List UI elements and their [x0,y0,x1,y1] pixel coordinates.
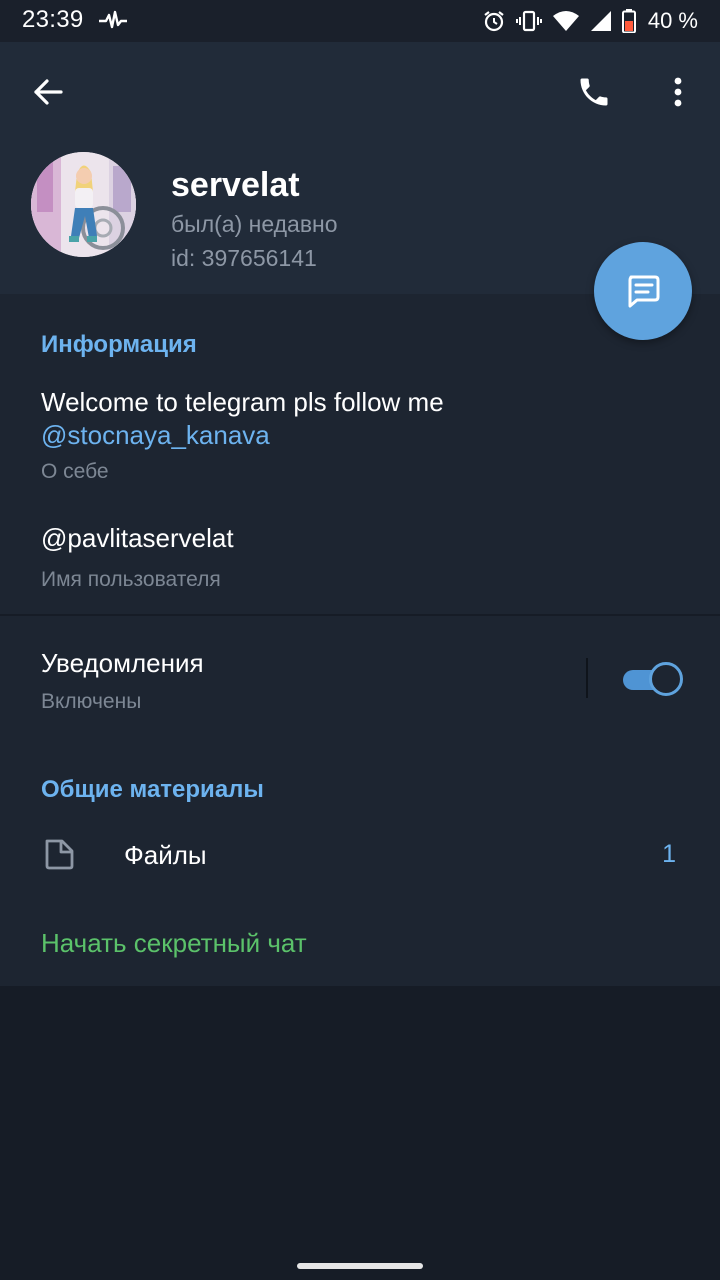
start-secret-chat-button[interactable]: Начать секретный чат [41,930,307,956]
bio-link[interactable]: @stocnaya_kanava [41,419,270,452]
battery-percent: 40 % [647,8,698,33]
profile-last-seen: был(а) недавно [171,211,338,237]
username[interactable]: @pavlitaservelat [41,525,234,551]
navigation-handle[interactable] [297,1263,423,1269]
files-count: 1 [662,840,676,868]
more-options-button[interactable] [656,68,700,116]
status-icons: 40 % [482,6,698,36]
info-section: Информация Welcome to telegram pls follo… [0,294,720,618]
toggle-thumb [649,662,683,696]
wifi-icon [552,11,579,31]
notifications-title: Уведомления [41,648,204,678]
username-hint: Имя пользователя [41,568,221,591]
files-label: Файлы [124,840,207,870]
profile-id: id: 397656141 [171,245,317,271]
more-vertical-icon [674,77,682,107]
send-message-button[interactable] [594,242,692,340]
battery-icon [621,9,636,33]
profile-screen: 23:39 40 % servelat был(а) недавно id: 3… [0,0,720,1280]
avatar-image [31,152,136,257]
alarm-icon [484,11,504,32]
pulse-icon [99,10,127,29]
notifications-state: Включены [41,690,142,713]
bio: Welcome to telegram pls follow me @stocn… [41,386,601,452]
phone-icon [580,78,608,106]
vertical-divider [586,658,588,698]
settings-section: Уведомления Включены Общие материалы Фай… [0,616,720,986]
shared-media-title: Общие материалы [41,776,264,803]
files-row[interactable]: Файлы 1 [0,816,720,892]
arrow-left-icon [34,79,63,105]
message-icon [628,275,660,308]
signal-icon [590,11,611,31]
profile-name: servelat [171,166,300,204]
call-button[interactable] [570,68,618,116]
avatar[interactable] [31,152,136,257]
file-icon [45,839,74,870]
status-bar: 23:39 40 % [0,0,720,42]
info-section-title: Информация [41,331,197,358]
bio-hint: О себе [41,460,109,483]
notifications-toggle[interactable] [623,662,683,696]
bio-text: Welcome to telegram pls follow me [41,387,444,417]
back-button[interactable] [26,70,70,114]
vibrate-icon [515,10,542,32]
status-time: 23:39 [22,6,84,33]
